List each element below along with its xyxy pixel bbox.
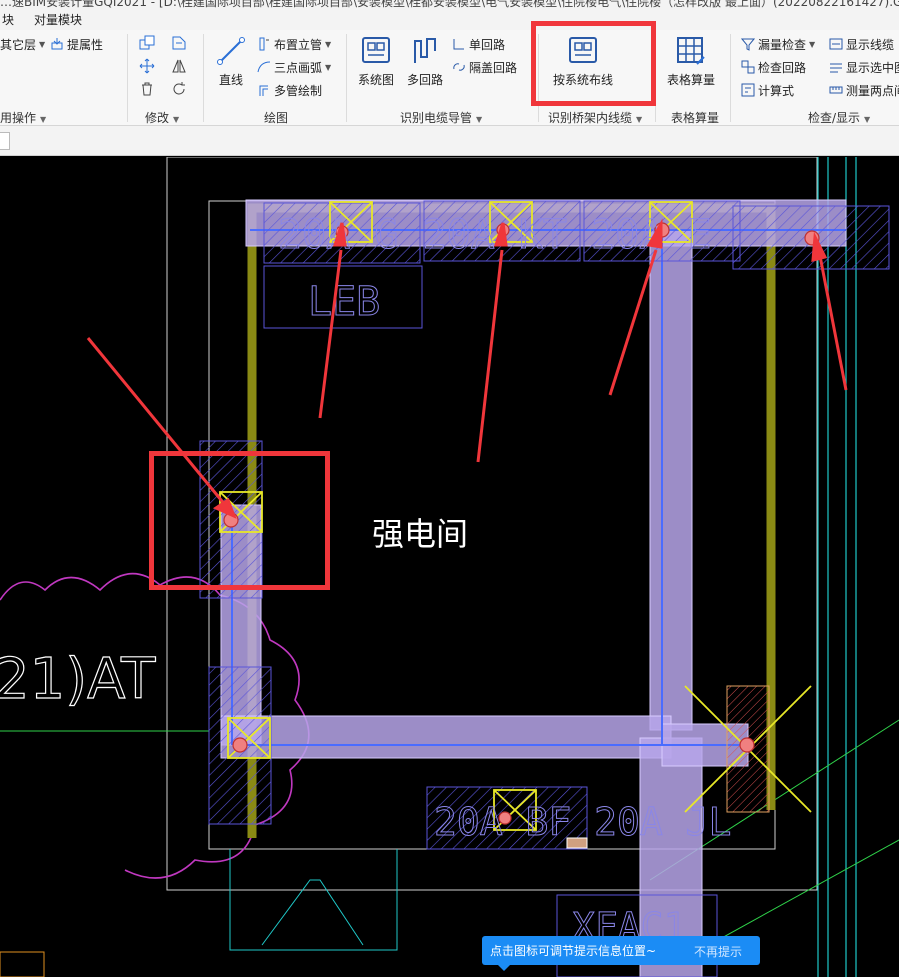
- cad-drawing-canvas[interactable]: 20A G 20A KT 20A E LEB 20A BF 20A JL XFA…: [0, 157, 899, 977]
- extract-property-button[interactable]: 提属性: [50, 35, 103, 53]
- show-selected-icon: [830, 63, 842, 73]
- cad-label-leb: LEB: [308, 279, 380, 325]
- window-title-bar: …速BIM安装计量GQI2021 - [D:\桂建国际项目部\桂建国际项目部\安…: [0, 0, 899, 8]
- menu-bar: 块 对量模块: [0, 8, 899, 30]
- formula-icon: [741, 83, 755, 97]
- line-button[interactable]: 直线: [215, 35, 247, 88]
- group-label-common-ops: 用操作 ▼: [0, 111, 47, 125]
- single-circuit-icon: [453, 39, 464, 50]
- group-label-check-display: 检查/显示 ▼: [808, 111, 871, 125]
- group-separator: [346, 34, 347, 122]
- toast-pointer: [498, 965, 510, 971]
- ribbon-toolbar: 其它层 ▼ 提属性 用操作 ▼ 修改 ▼ 直线 布置立管 ▼ 三点画弧 ▼ 多管绘制 绘图…: [0, 30, 899, 126]
- menu-tab-quantity-module[interactable]: 对量模块: [34, 11, 82, 28]
- place-riser-button[interactable]: 布置立管 ▼: [257, 35, 331, 53]
- group-label-draw: 绘图: [264, 111, 289, 125]
- offset-icon[interactable]: [171, 35, 187, 51]
- group-label-modify: 修改 ▼: [145, 111, 180, 125]
- cad-label-at: 21)AT: [0, 647, 156, 712]
- delete-icon[interactable]: [139, 81, 155, 97]
- group-label-tray-cable: 识别桥架内线缆 ▼: [548, 111, 643, 125]
- group-separator: [127, 34, 128, 122]
- copy-icon[interactable]: [139, 35, 155, 51]
- cover-circuit-button[interactable]: 隔盖回路: [452, 58, 517, 76]
- group-label-cable-conduit: 识别电缆导管 ▼: [400, 111, 483, 125]
- three-point-arc-button[interactable]: 三点画弧 ▼: [257, 58, 331, 76]
- show-cable-icon: [829, 38, 843, 50]
- missing-quantity-check-button[interactable]: 漏量检查 ▼: [741, 35, 815, 53]
- dont-show-again-link[interactable]: 不再提示: [694, 943, 742, 960]
- multi-pipe-icon: [259, 85, 268, 96]
- show-selected-button[interactable]: 显示选中图: [829, 58, 899, 76]
- extract-property-icon: [51, 38, 63, 50]
- system-diagram-icon: [362, 37, 390, 63]
- other-layer-button[interactable]: 其它层 ▼: [0, 35, 45, 53]
- measure-two-points-button[interactable]: 测量两点间: [829, 81, 899, 99]
- highlight-box-tray-point: [149, 451, 330, 590]
- hint-toast[interactable]: 点击图标可调节提示信息位置~ 不再提示: [482, 936, 760, 971]
- formula-button[interactable]: 计算式: [741, 81, 794, 99]
- window-title: …速BIM安装计量GQI2021 - [D:\桂建国际项目部\桂建国际项目部\安…: [0, 0, 899, 8]
- table-quantity-button[interactable]: 表格算量: [667, 35, 715, 88]
- system-diagram-button[interactable]: 系统图: [358, 35, 394, 88]
- menu-tab-block[interactable]: 块: [2, 11, 14, 28]
- move-icon[interactable]: [139, 58, 155, 74]
- multi-circuit-icon: [414, 38, 436, 63]
- mirror-icon[interactable]: [171, 58, 187, 74]
- highlight-box-route-button: [531, 21, 656, 106]
- multi-pipe-draw-button[interactable]: 多管绘制: [257, 81, 322, 99]
- corner-component: [0, 951, 45, 977]
- view-tab-strip: [0, 126, 899, 156]
- group-separator: [730, 34, 731, 122]
- rotate-icon[interactable]: [171, 81, 187, 97]
- table-quantity-icon: [677, 37, 705, 65]
- show-cable-button[interactable]: 显示线缆: [829, 35, 894, 53]
- cover-circuit-icon: [453, 63, 465, 71]
- single-circuit-button[interactable]: 单回路: [452, 35, 505, 53]
- room-name-label: 强电间: [372, 515, 468, 553]
- group-label-table-quantity: 表格算量: [671, 111, 720, 125]
- riser-icon: [259, 37, 269, 51]
- hint-message: 点击图标可调节提示信息位置~: [490, 944, 657, 958]
- line-icon: [217, 37, 245, 65]
- check-circuit-icon: [741, 60, 755, 74]
- collapsed-view-tab[interactable]: [0, 132, 10, 150]
- cad-label-bottom-row: 20A BF 20A JL: [434, 800, 731, 844]
- group-separator: [203, 34, 204, 122]
- multi-circuit-button[interactable]: 多回路: [407, 35, 443, 88]
- measure-icon: [829, 86, 843, 94]
- check-circuit-button[interactable]: 检查回路: [741, 58, 806, 76]
- funnel-icon: [741, 38, 755, 51]
- arc-icon: [257, 61, 271, 73]
- cad-drawing: 20A G 20A KT 20A E LEB 20A BF 20A JL XFA…: [0, 157, 899, 977]
- door-outline: [229, 849, 398, 951]
